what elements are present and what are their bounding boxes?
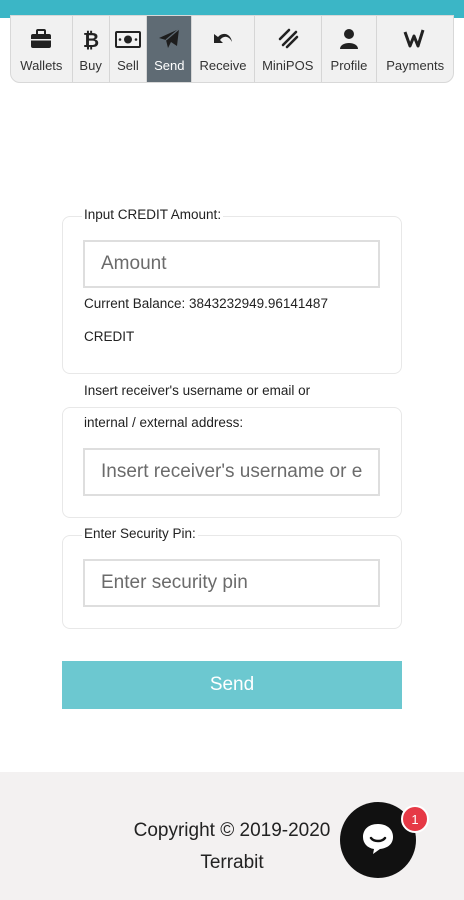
tab-minipos[interactable]: MiniPOS [255, 16, 322, 82]
security-pin-input[interactable] [83, 559, 380, 607]
pin-label: Enter Security Pin: [82, 526, 198, 541]
payments-icon [402, 26, 428, 52]
tab-label: Buy [79, 57, 102, 73]
tab-sell[interactable]: Sell [110, 16, 148, 82]
receiver-input[interactable] [83, 448, 380, 496]
chat-bubble-icon [358, 818, 398, 863]
tab-send[interactable]: Send [147, 16, 193, 82]
tab-wallets[interactable]: Wallets [11, 16, 73, 82]
tab-buy[interactable]: ₿ Buy [73, 16, 110, 82]
amount-input[interactable] [83, 240, 380, 288]
receiver-label-line1: Insert receiver's username or email or [82, 383, 313, 398]
bitcoin-icon: ₿ [78, 26, 104, 52]
receiver-label-line2: internal / external address: [82, 415, 246, 430]
tab-label: Profile [330, 57, 368, 73]
current-balance: Current Balance: 3843232949.96141487 [84, 296, 328, 311]
tab-label: MiniPOS [262, 57, 314, 73]
money-icon [114, 26, 141, 52]
receive-arrow-icon [210, 26, 236, 52]
tab-label: Payments [386, 57, 445, 73]
main-nav-tabs: Wallets ₿ Buy Sell Send Receive MiniPOS [10, 15, 454, 83]
paper-plane-icon [156, 26, 182, 52]
tab-receive[interactable]: Receive [192, 16, 255, 82]
balance-unit: CREDIT [84, 329, 135, 344]
tab-payments[interactable]: Payments [377, 16, 453, 82]
copyright-line1: Copyright © 2019-2020 [133, 820, 331, 841]
briefcase-icon [28, 26, 54, 52]
tab-label: Send [154, 57, 185, 73]
tab-label: Receive [199, 57, 247, 73]
chat-notification-badge: 1 [401, 805, 429, 833]
tab-label: Wallets [20, 57, 63, 73]
svg-text:₿: ₿ [82, 28, 98, 52]
user-icon [336, 26, 362, 52]
amount-label: Input CREDIT Amount: [82, 207, 224, 222]
tab-profile[interactable]: Profile [322, 16, 378, 82]
copyright: Copyright © 2019-2020 Terrabit [100, 815, 364, 879]
copyright-company: Terrabit [200, 852, 264, 873]
send-button[interactable]: Send [62, 661, 402, 709]
tab-label: Sell [117, 57, 139, 73]
pos-icon [275, 26, 301, 52]
